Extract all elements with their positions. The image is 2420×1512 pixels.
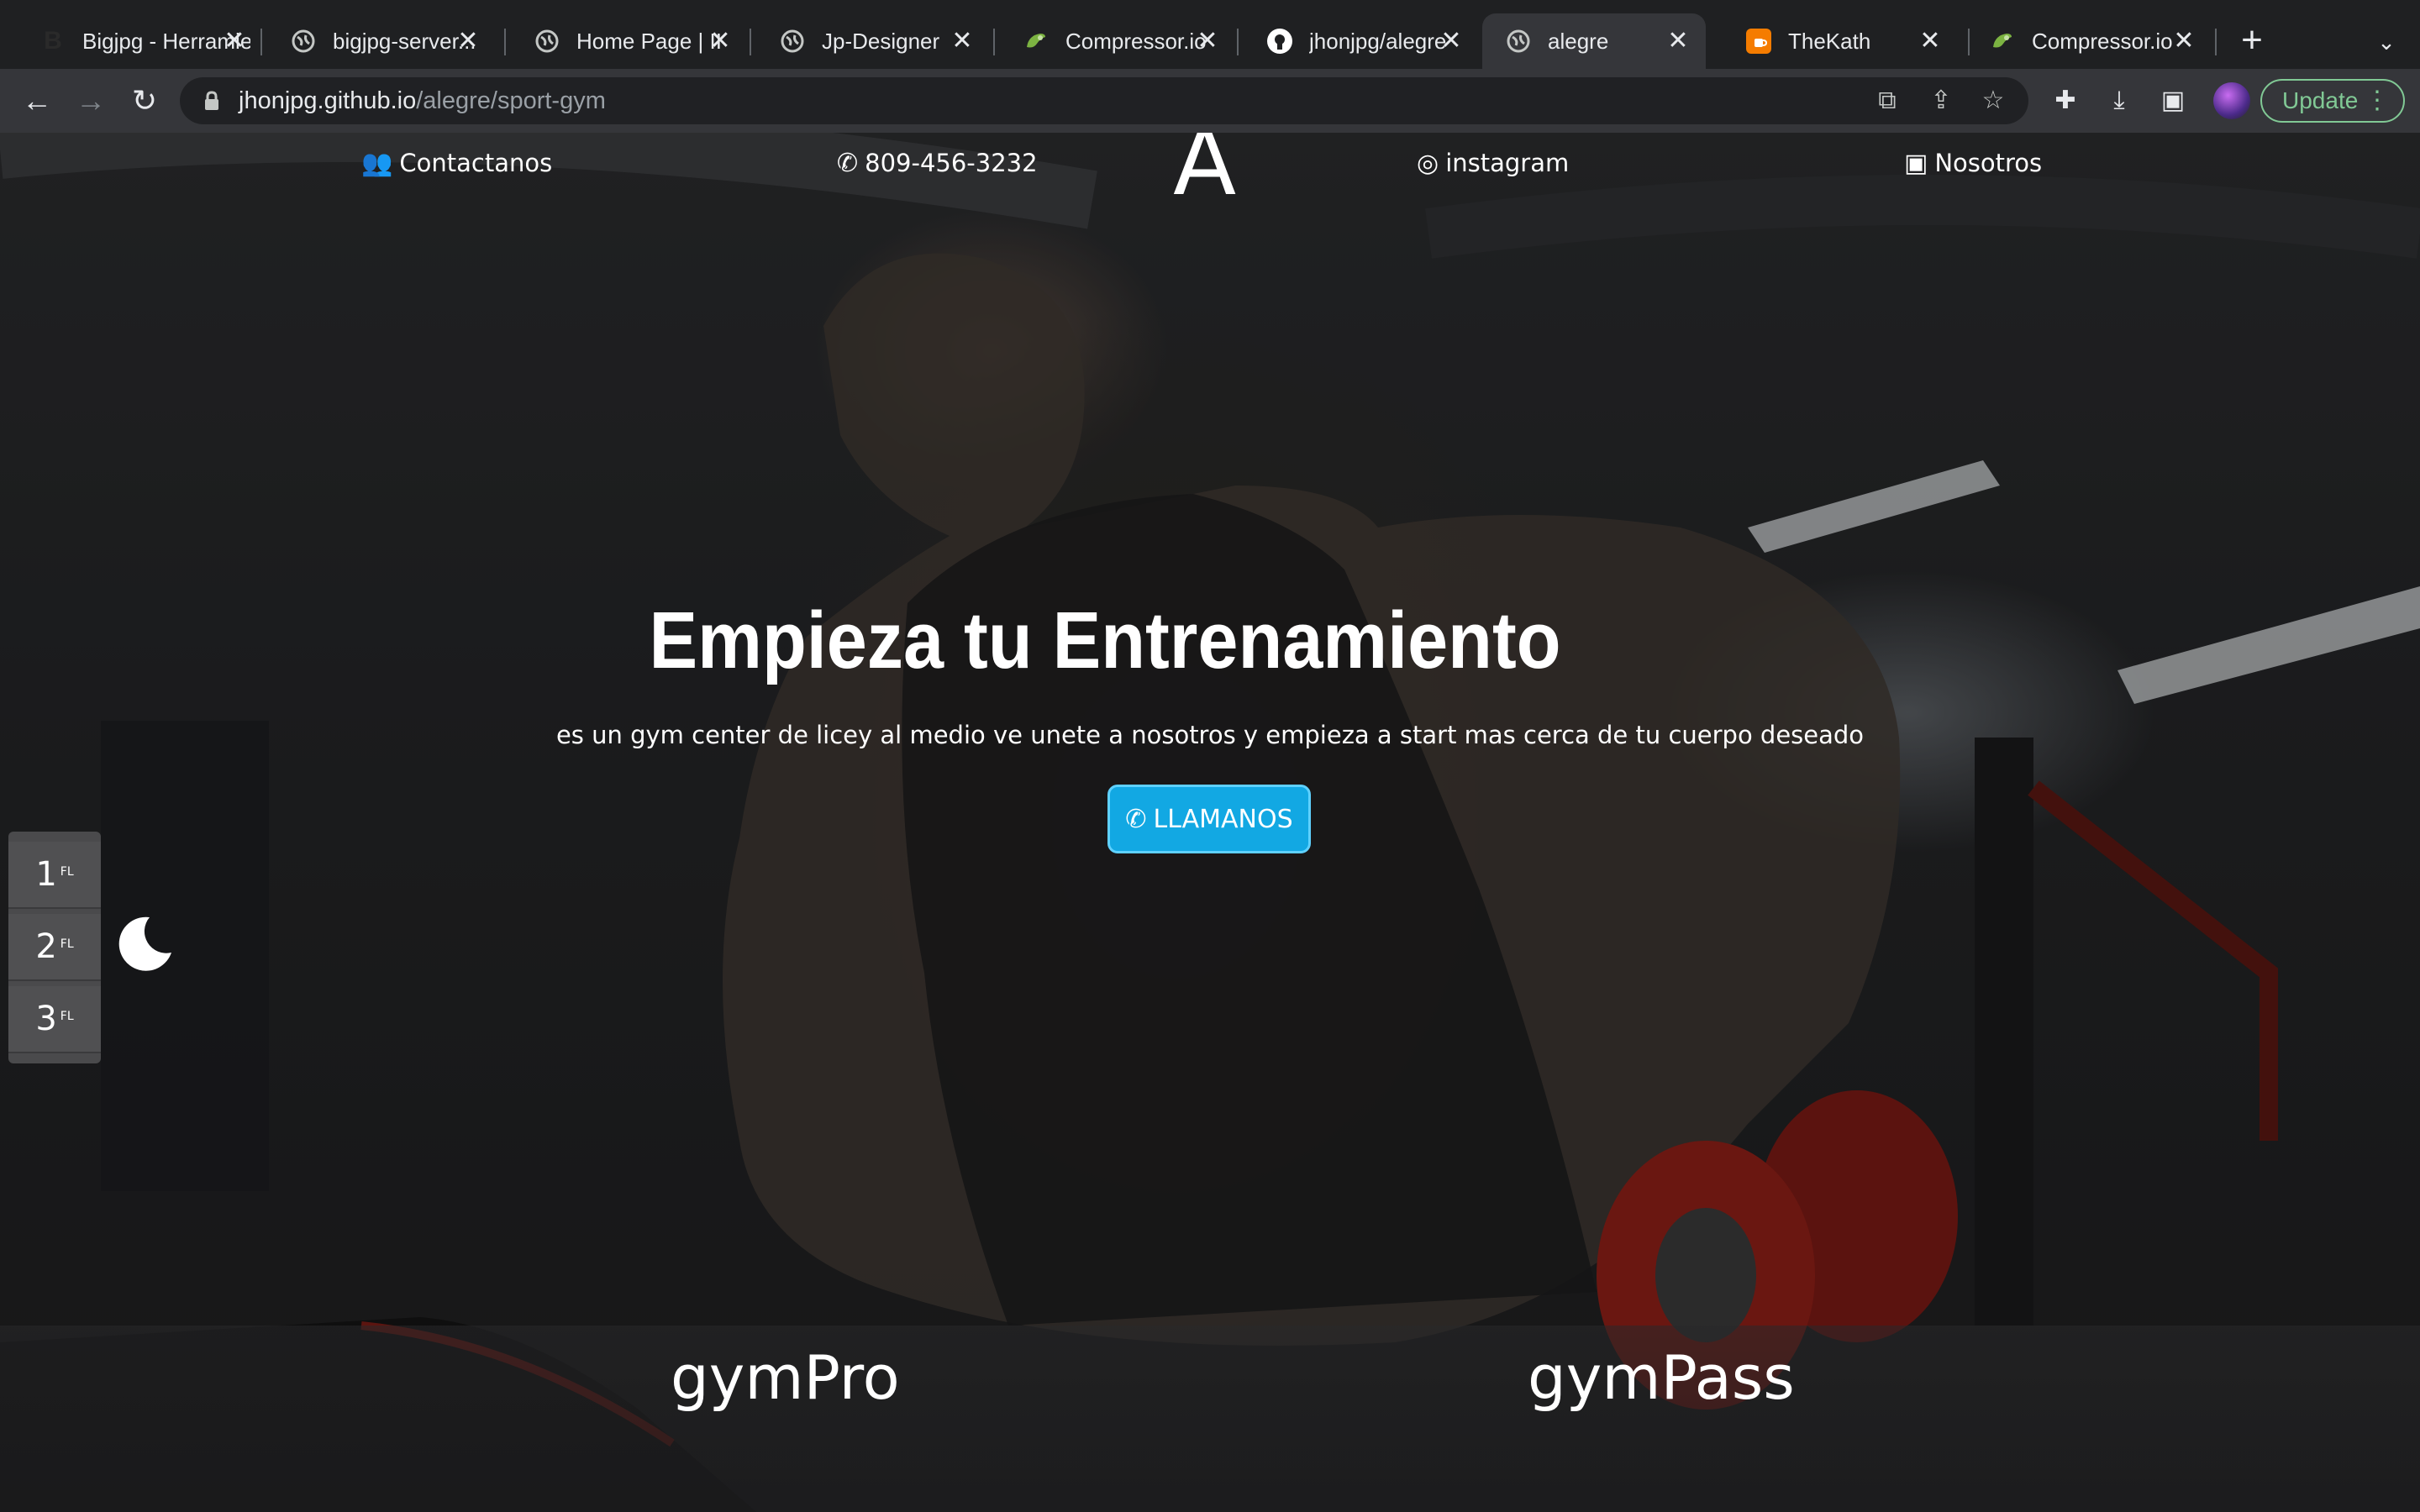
nav-instagram-link[interactable]: ◎ instagram — [1417, 138, 1569, 188]
tab-thekath[interactable]: TheKath ✕ — [1723, 13, 1958, 69]
site-logo[interactable]: A — [1173, 133, 1236, 208]
floor-suffix: FL — [60, 865, 74, 879]
tab-title: jhonjpg/alegre — [1309, 28, 1447, 54]
floor-suffix: FL — [60, 1010, 74, 1023]
person-badge-icon: ▣ — [1904, 148, 1928, 178]
nav-phone-link[interactable]: ✆ 809-456-3232 — [837, 138, 1038, 188]
close-tab-icon[interactable]: ✕ — [706, 27, 734, 55]
nav-about-label: Nosotros — [1934, 149, 2043, 177]
tab-home-page[interactable]: Home Page | II ✕ — [511, 13, 748, 69]
floor-number: 1 — [35, 855, 57, 894]
dark-mode-moon-icon[interactable] — [116, 914, 175, 973]
bigjpg-favicon-icon: B — [44, 27, 62, 55]
nav-phone-label: 809-456-3232 — [865, 149, 1038, 177]
tab-title: alegre — [1548, 28, 1609, 54]
globe-icon — [291, 29, 316, 54]
thekath-icon — [1746, 29, 1771, 54]
side-panel-icon[interactable]: ▣ — [2156, 84, 2190, 118]
floor-selector: 1 FL 2 FL 3 FL — [8, 832, 101, 1063]
close-tab-icon[interactable]: ✕ — [454, 27, 482, 55]
github-icon — [1267, 29, 1292, 54]
lock-icon[interactable] — [200, 89, 224, 113]
update-button[interactable]: Update ⋮ — [2260, 79, 2405, 123]
tab-separator — [260, 29, 262, 55]
address-bar[interactable]: jhonjpg.github.io/alegre/sport-gym ⧉ ⇪ ☆ — [180, 77, 2028, 124]
hero-subtitle: es un gym center de licey al medio ve un… — [555, 721, 1865, 749]
forward-button[interactable]: → — [71, 81, 111, 121]
tab-separator — [1237, 29, 1239, 55]
globe-icon — [534, 29, 560, 54]
tab-title: Compressor.io — [1065, 28, 1207, 54]
globe-icon — [780, 29, 805, 54]
tab-compressor[interactable]: Compressor.io ✕ — [1000, 13, 1235, 69]
globe-icon — [1506, 29, 1531, 54]
close-tab-icon[interactable]: ✕ — [1664, 27, 1692, 55]
tab-alegre[interactable]: alegre ✕ — [1482, 13, 1706, 69]
bookmark-star-icon[interactable]: ☆ — [1978, 86, 2008, 116]
url-text[interactable]: jhonjpg.github.io/alegre/sport-gym — [239, 87, 606, 115]
floor-3-button[interactable]: 3 FL — [8, 986, 101, 1053]
gym-landing-page: 👥 Contactanos ✆ 809-456-3232 A ◎ instagr… — [0, 133, 2420, 1512]
extensions-puzzle-icon[interactable]: ✚ — [2049, 84, 2082, 118]
instagram-icon: ◎ — [1417, 148, 1439, 178]
tab-separator — [2215, 29, 2217, 55]
phone-icon: ✆ — [837, 148, 859, 178]
tab-jp-designer[interactable]: Jp-Designer ✕ — [756, 13, 990, 69]
compressor-leaf-icon — [1990, 29, 2015, 54]
browser-menu-icon[interactable]: ⋮ — [2365, 81, 2390, 121]
browser-toolbar: ← → ↻ jhonjpg.github.io/alegre/sport-gym… — [0, 69, 2420, 133]
plans-section — [0, 1326, 2420, 1512]
tab-separator — [504, 29, 506, 55]
close-tab-icon[interactable]: ✕ — [1193, 27, 1222, 55]
floor-1-button[interactable]: 1 FL — [8, 842, 101, 909]
tab-title: TheKath — [1788, 28, 1871, 54]
update-label: Update — [2282, 87, 2359, 113]
tab-compressor-2[interactable]: Compressor.io ✕ — [1966, 13, 2212, 69]
tab-search-menu-icon[interactable]: ⌄ — [2370, 25, 2403, 59]
new-tab-button[interactable]: + — [2235, 22, 2269, 59]
translate-icon[interactable]: ⧉ — [1872, 86, 1902, 116]
call-us-button[interactable]: ✆ LLAMANOS — [1107, 785, 1311, 853]
download-icon[interactable]: ⤓ — [2102, 84, 2136, 118]
nav-contact-label: Contactanos — [399, 149, 553, 177]
nav-instagram-label: instagram — [1445, 149, 1570, 177]
share-icon[interactable]: ⇪ — [1926, 86, 1956, 116]
url-path: /alegre/sport-gym — [416, 87, 606, 114]
tab-github-alegre[interactable]: jhonjpg/alegre ✕ — [1244, 13, 1479, 69]
floor-number: 2 — [35, 927, 57, 966]
tab-separator — [993, 29, 995, 55]
floor-number: 3 — [35, 1000, 57, 1038]
tab-title: Home Page | II — [576, 28, 722, 54]
close-tab-icon[interactable]: ✕ — [948, 27, 976, 55]
reload-button[interactable]: ↻ — [124, 81, 165, 121]
tab-title: Compressor.io — [2032, 28, 2173, 54]
floor-2-button[interactable]: 2 FL — [8, 914, 101, 981]
back-button[interactable]: ← — [17, 81, 57, 121]
floor-suffix: FL — [60, 937, 74, 951]
phone-icon: ✆ — [1125, 804, 1147, 834]
tab-bigjpg[interactable]: B Bigjpg - Herramienta ✕ — [17, 13, 262, 69]
compressor-leaf-icon — [1023, 29, 1049, 54]
plan-gympro[interactable]: gymPro — [671, 1342, 900, 1413]
close-tab-icon[interactable]: ✕ — [220, 27, 249, 55]
nav-contact-link[interactable]: 👥 Contactanos — [361, 138, 552, 188]
profile-avatar[interactable] — [2213, 82, 2250, 119]
close-tab-icon[interactable]: ✕ — [1437, 27, 1465, 55]
url-host: jhonjpg.github.io — [239, 87, 417, 114]
contacts-icon: 👥 — [361, 148, 393, 178]
plan-gympass[interactable]: gymPass — [1528, 1342, 1795, 1413]
hero-title: Empieza tu Entrenamiento — [649, 596, 1561, 685]
tab-separator — [750, 29, 751, 55]
nav-about-link[interactable]: ▣ Nosotros — [1904, 138, 2042, 188]
tab-bigjpg-server[interactable]: bigjpg-server... ✕ — [267, 13, 496, 69]
call-us-label: LLAMANOS — [1153, 804, 1293, 834]
close-tab-icon[interactable]: ✕ — [2170, 27, 2198, 55]
close-tab-icon[interactable]: ✕ — [1916, 27, 1944, 55]
